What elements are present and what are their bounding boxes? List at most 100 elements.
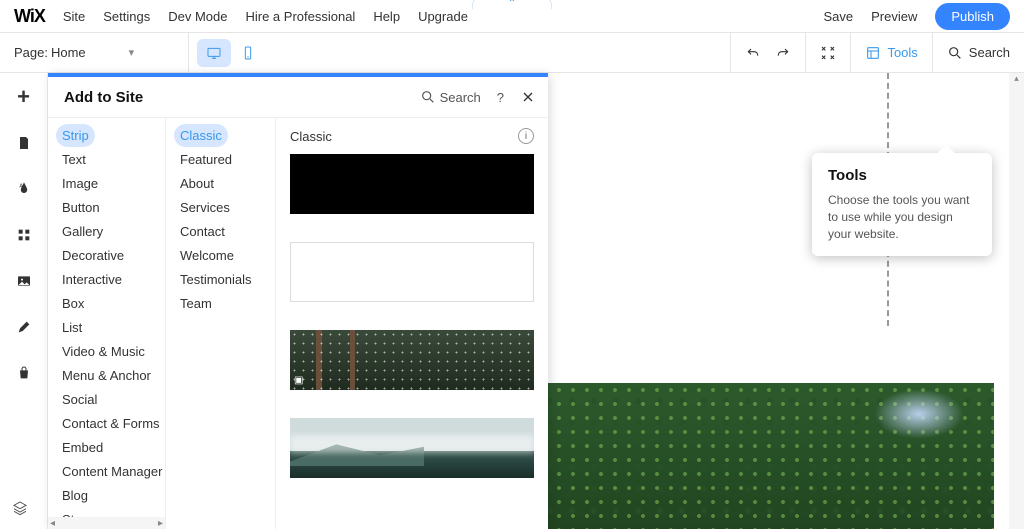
tools-icon <box>865 45 881 61</box>
info-icon[interactable]: i <box>518 128 534 144</box>
pen-icon <box>16 319 32 335</box>
layers-button[interactable] <box>12 500 28 519</box>
page-selector[interactable]: Page: Home ▾ <box>0 33 189 72</box>
menu-upgrade[interactable]: Upgrade <box>418 9 468 24</box>
subcat-item-testimonials[interactable]: Testimonials <box>174 268 267 291</box>
subcat-item-contact[interactable]: Contact <box>174 220 267 243</box>
media-button[interactable] <box>12 269 36 293</box>
publish-button[interactable]: Publish <box>935 3 1010 30</box>
bag-icon <box>16 365 32 381</box>
preset-strip-forest[interactable]: ▣ <box>290 330 534 390</box>
subcat-item-team[interactable]: Team <box>174 292 267 315</box>
mobile-view-button[interactable] <box>231 39 265 67</box>
menu-settings[interactable]: Settings <box>103 9 150 24</box>
category-item-content[interactable]: Content Manager <box>56 460 157 483</box>
pages-button[interactable] <box>12 131 36 155</box>
panel-search-label: Search <box>440 90 481 105</box>
store-button[interactable] <box>12 361 36 385</box>
category-item-gallery[interactable]: Gallery <box>56 220 157 243</box>
category-item-strip[interactable]: Strip <box>56 124 95 147</box>
subcat-item-classic[interactable]: Classic <box>174 124 228 147</box>
page-label: Page: <box>14 45 48 60</box>
undo-icon <box>745 45 761 61</box>
editor-toolbar-right: Tools Search <box>730 33 1024 72</box>
desktop-view-button[interactable] <box>197 39 231 67</box>
top-menu-right: Save Preview Publish <box>823 3 1010 30</box>
tooltip-title: Tools <box>828 167 976 184</box>
category-item-contact[interactable]: Contact & Forms <box>56 412 157 435</box>
subcat-item-featured[interactable]: Featured <box>174 148 267 171</box>
menu-site[interactable]: Site <box>63 9 85 24</box>
category-item-image[interactable]: Image <box>56 172 157 195</box>
category-item-video[interactable]: Video & Music <box>56 340 157 363</box>
preset-strip-white[interactable] <box>290 242 534 302</box>
category-list[interactable]: Strip Text Image Button Gallery Decorati… <box>48 118 166 529</box>
save-button[interactable]: Save <box>823 9 853 24</box>
tools-button[interactable]: Tools <box>865 45 917 61</box>
menu-help[interactable]: Help <box>373 9 400 24</box>
category-item-list[interactable]: List <box>56 316 157 339</box>
main-area: + A ORY ng Professional ents throughout … <box>0 73 1024 529</box>
editor-search-label: Search <box>969 45 1010 60</box>
page-icon <box>16 135 32 151</box>
menu-hire[interactable]: Hire a Professional <box>245 9 355 24</box>
category-item-decorative[interactable]: Decorative <box>56 244 157 267</box>
panel-help-button[interactable]: ? <box>497 90 504 105</box>
design-button[interactable]: A <box>12 177 36 201</box>
category-item-blog[interactable]: Blog <box>56 484 157 507</box>
collapse-icon <box>820 45 836 61</box>
add-button[interactable]: + <box>12 85 36 109</box>
desktop-icon <box>206 45 222 61</box>
tools-tooltip: Tools Choose the tools you want to use w… <box>812 153 992 256</box>
preset-strip-mountains[interactable] <box>290 418 534 478</box>
tools-label: Tools <box>887 45 917 60</box>
add-panel: Add to Site Search ? Strip Text Image Bu… <box>48 73 548 529</box>
device-switch <box>189 33 273 72</box>
paint-icon: A <box>16 181 32 197</box>
zoom-out-button[interactable] <box>820 45 836 61</box>
preset-list: Classic i ▣ <box>276 118 548 529</box>
panel-search-button[interactable]: Search <box>420 89 481 105</box>
canvas-scrollbar[interactable]: ▴ <box>1009 73 1024 529</box>
add-panel-title: Add to Site <box>64 89 143 106</box>
add-panel-header: Add to Site Search ? <box>48 77 548 117</box>
category-item-social[interactable]: Social <box>56 388 157 411</box>
search-icon <box>947 45 963 61</box>
close-icon <box>520 89 536 105</box>
category-item-text[interactable]: Text <box>56 148 157 171</box>
category-item-menu[interactable]: Menu & Anchor <box>56 364 157 387</box>
top-handle[interactable]: ⌃ <box>472 0 552 9</box>
category-item-embed[interactable]: Embed <box>56 436 157 459</box>
editor-search-button[interactable]: Search <box>947 45 1010 61</box>
panel-close-button[interactable] <box>520 89 536 105</box>
page-name: Home <box>51 45 86 60</box>
undo-button[interactable] <box>745 45 761 61</box>
tooltip-body: Choose the tools you want to use while y… <box>828 192 976 242</box>
svg-text:A: A <box>19 184 23 190</box>
mobile-icon <box>240 45 256 61</box>
subcat-item-services[interactable]: Services <box>174 196 267 219</box>
chevron-down-icon: ▾ <box>129 46 135 59</box>
preview-button[interactable]: Preview <box>871 9 917 24</box>
left-sidebar: + A <box>0 73 48 529</box>
layers-icon <box>12 500 28 516</box>
redo-button[interactable] <box>775 45 791 61</box>
category-item-interactive[interactable]: Interactive <box>56 268 157 291</box>
apps-button[interactable] <box>12 223 36 247</box>
add-panel-body: Strip Text Image Button Gallery Decorati… <box>48 117 548 529</box>
subcat-item-about[interactable]: About <box>174 172 267 195</box>
image-icon <box>16 273 32 289</box>
search-icon <box>420 89 436 105</box>
category-item-button[interactable]: Button <box>56 196 157 219</box>
editor-toolbar-left: Page: Home ▾ <box>0 33 273 72</box>
subcat-item-welcome[interactable]: Welcome <box>174 244 267 267</box>
subcategory-list: Classic Featured About Services Contact … <box>166 118 276 529</box>
category-item-box[interactable]: Box <box>56 292 157 315</box>
logo: WiX <box>14 6 45 27</box>
menu-devmode[interactable]: Dev Mode <box>168 9 227 24</box>
blog-button[interactable] <box>12 315 36 339</box>
editor-toolbar: Page: Home ▾ <box>0 33 1024 73</box>
video-icon: ▣ <box>294 375 303 386</box>
preset-strip-black[interactable] <box>290 154 534 214</box>
h-scrollbar[interactable]: ◂▸ <box>48 517 165 529</box>
